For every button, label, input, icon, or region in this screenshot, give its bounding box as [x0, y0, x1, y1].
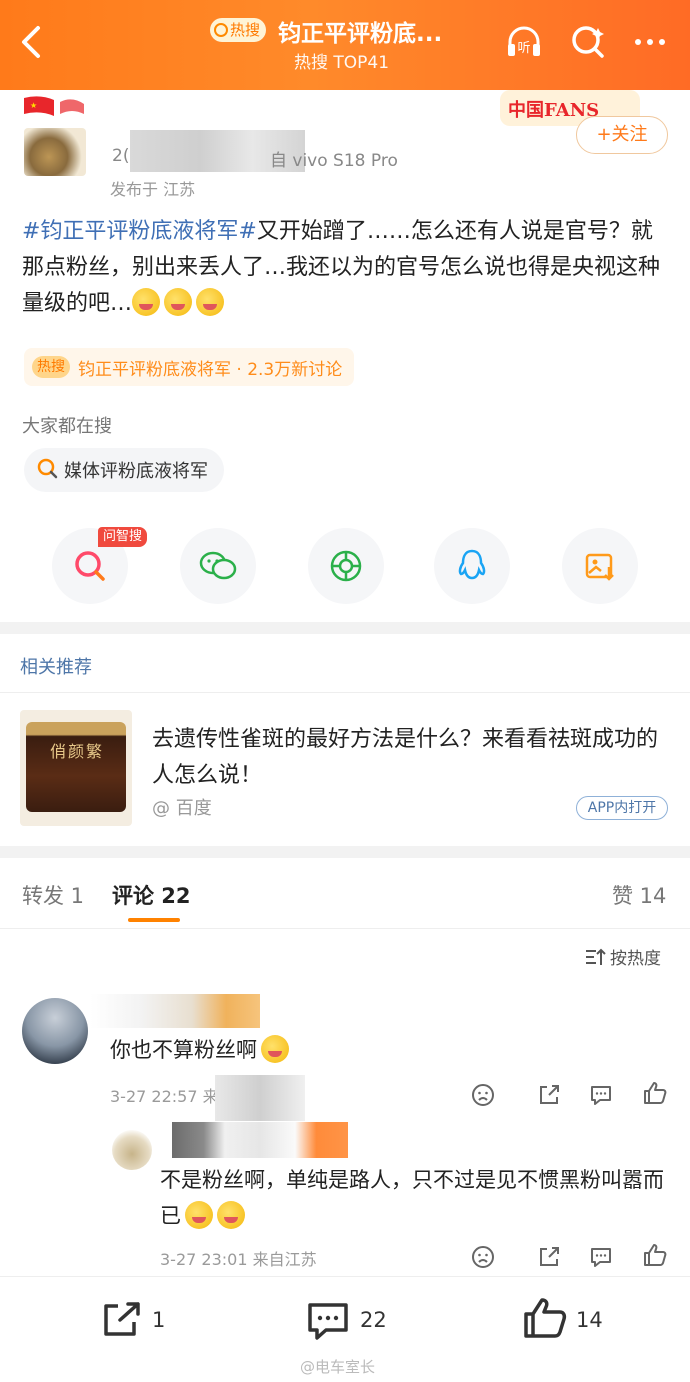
- wechat-share-icon[interactable]: [180, 528, 256, 604]
- emoji-icon: [217, 1201, 245, 1229]
- comment-icon[interactable]: [306, 1300, 350, 1342]
- search-item-label: 媒体评粉底液将军: [64, 461, 208, 482]
- dislike-icon[interactable]: [470, 1244, 496, 1270]
- hot-badge-label: 热搜: [230, 21, 261, 39]
- divider: [0, 692, 690, 693]
- everyone-searching-label: 大家都在搜: [22, 416, 112, 437]
- svg-text:听: 听: [517, 41, 530, 56]
- emoji-icon: [261, 1035, 289, 1063]
- divider: [0, 928, 690, 929]
- tab-like[interactable]: 赞 14: [612, 880, 666, 910]
- search-suggest-icon: [36, 457, 58, 484]
- svg-text:★: ★: [30, 101, 37, 110]
- blurred-area: [215, 1075, 305, 1121]
- section-divider: [0, 846, 690, 858]
- watermark: @电车室长: [300, 1358, 376, 1376]
- related-recommend-label: 相关推荐: [20, 657, 92, 678]
- ad-product-image[interactable]: 俏颜繁: [20, 710, 132, 826]
- save-image-icon[interactable]: [562, 528, 638, 604]
- related-search-item[interactable]: 媒体评粉底液将军: [24, 448, 224, 492]
- topic-text: 钧正平评粉底液将军 · 2.3万新讨论: [78, 359, 343, 380]
- kiss-emoji-icon: [132, 288, 161, 316]
- post-text: #钧正平评粉底液将军#又开始蹭了……怎么还有人说是官号？就那点粉丝，别出来丢人了…: [22, 214, 672, 322]
- comment-count: 22: [360, 1308, 387, 1332]
- section-divider: [0, 622, 690, 634]
- back-arrow-icon[interactable]: [14, 22, 50, 62]
- like-count: 14: [576, 1308, 603, 1332]
- post-device: 2(: [112, 146, 129, 166]
- qq-share-icon[interactable]: [434, 528, 510, 604]
- post-location: 发布于 江苏: [110, 180, 196, 199]
- blurred-username: [90, 994, 260, 1028]
- comment-icon[interactable]: [588, 1244, 614, 1270]
- top-bar: 热搜 钧正平评粉底... 热搜 TOP41 听: [0, 0, 690, 90]
- avatar[interactable]: [24, 128, 86, 176]
- repost-count: 1: [152, 1308, 166, 1332]
- hot-topic-link[interactable]: 热搜 钧正平评粉底液将军 · 2.3万新讨论: [24, 348, 355, 386]
- sort-label: 按热度: [610, 949, 661, 969]
- ad-source: @ 百度: [152, 798, 212, 819]
- sort-by-hot-button[interactable]: 按热度: [584, 944, 661, 969]
- active-tab-indicator: [128, 918, 180, 922]
- kiss-emoji-icon: [196, 288, 225, 316]
- wenzhisou-badge: 问智搜: [98, 527, 148, 547]
- like-icon[interactable]: [522, 1296, 568, 1340]
- search-icon: [214, 23, 228, 37]
- tab-comment[interactable]: 评论 22: [112, 880, 191, 910]
- follow-button[interactable]: +关注: [576, 116, 668, 154]
- comment-text: 你也不算粉丝啊: [110, 1034, 293, 1064]
- emoji-icon: [185, 1201, 213, 1229]
- hashtag-link[interactable]: #钧正平评粉底液将军#: [22, 219, 257, 244]
- share-icon[interactable]: [536, 1244, 562, 1270]
- page-title: 钧正平评粉底...: [278, 21, 443, 47]
- cream-jar-image: [26, 722, 126, 812]
- flag-icon: ★: [20, 92, 112, 128]
- comment-icon[interactable]: [588, 1082, 614, 1108]
- avatar[interactable]: [22, 998, 88, 1064]
- like-icon[interactable]: [642, 1242, 668, 1268]
- page-subtitle: 热搜 TOP41: [294, 53, 390, 73]
- sort-icon: [586, 948, 606, 965]
- share-icon[interactable]: [536, 1082, 562, 1108]
- like-icon[interactable]: [642, 1080, 668, 1106]
- repost-icon[interactable]: [100, 1300, 144, 1340]
- blurred-username: [172, 1122, 348, 1158]
- listen-icon[interactable]: 听: [504, 22, 544, 62]
- avatar[interactable]: [112, 1130, 152, 1170]
- reply-text: 不是粉丝啊，单纯是路人，只不过是见不惯黑粉叫嚣而已: [160, 1162, 670, 1234]
- product-brand-text: 俏颜繁: [50, 742, 105, 761]
- device-label: 自 vivo S18 Pro: [270, 151, 398, 171]
- kiss-emoji-icon: [164, 288, 193, 316]
- tab-repost[interactable]: 转发 1: [22, 880, 84, 910]
- moments-share-icon[interactable]: [308, 528, 384, 604]
- device-prefix: 2(: [112, 146, 130, 166]
- ad-title[interactable]: 去遗传性雀斑的最好方法是什么？来看看祛斑成功的人怎么说！: [152, 722, 672, 794]
- open-in-app-button[interactable]: APP内打开: [576, 796, 668, 820]
- more-icon[interactable]: [630, 22, 670, 62]
- hot-search-badge: 热搜: [210, 18, 267, 42]
- reply-time: 3-27 23:01 来自江苏: [160, 1250, 317, 1269]
- dislike-icon[interactable]: [470, 1082, 496, 1108]
- topic-hot-badge: 热搜: [32, 356, 70, 378]
- comment-body: 你也不算粉丝啊: [110, 1038, 257, 1062]
- search-icon[interactable]: [568, 22, 608, 62]
